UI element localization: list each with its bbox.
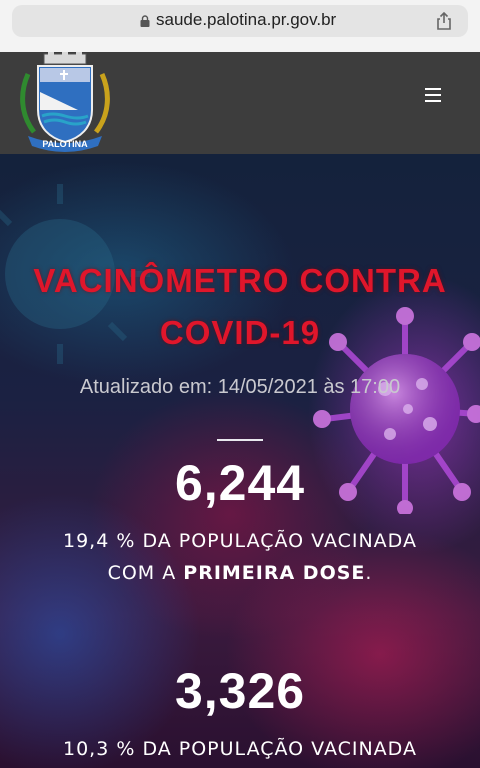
logo-ribbon-text: PALOTINA [42,139,88,149]
first-dose-bold-label: PRIMEIRA DOSE [183,562,366,584]
last-updated-text: Atualizado em: 14/05/2021 às 17:00 [79,376,401,398]
site-header: PALOTINA [0,52,480,154]
share-icon[interactable] [434,11,454,31]
divider [217,439,263,441]
first-dose-percent-text: 19,4 % DA POPULAÇÃO VACINADA [63,530,417,552]
hero-title-line-1: VACINÔMETRO CONTRA [33,262,447,299]
lock-icon [140,15,150,27]
url-text: saude.palotina.pr.gov.br [156,10,337,29]
hamburger-menu-icon[interactable] [423,86,443,104]
vaccine-counter-hero: VACINÔMETRO CONTRA COVID-19 Atualizado e… [0,154,480,768]
first-dose-count: 6,244 [174,455,306,511]
first-dose-label: COM A PRIMEIRA DOSE. [107,562,373,584]
second-dose-percent-text: 10,3 % DA POPULAÇÃO VACINADA [63,738,417,760]
palotina-coat-of-arms-logo[interactable]: PALOTINA [18,52,112,152]
hero-title-line-2: COVID-19 [159,314,321,351]
browser-address-bar: saude.palotina.pr.gov.br [0,0,480,52]
url-field[interactable]: saude.palotina.pr.gov.br [12,5,468,37]
second-dose-count: 3,326 [174,663,306,719]
